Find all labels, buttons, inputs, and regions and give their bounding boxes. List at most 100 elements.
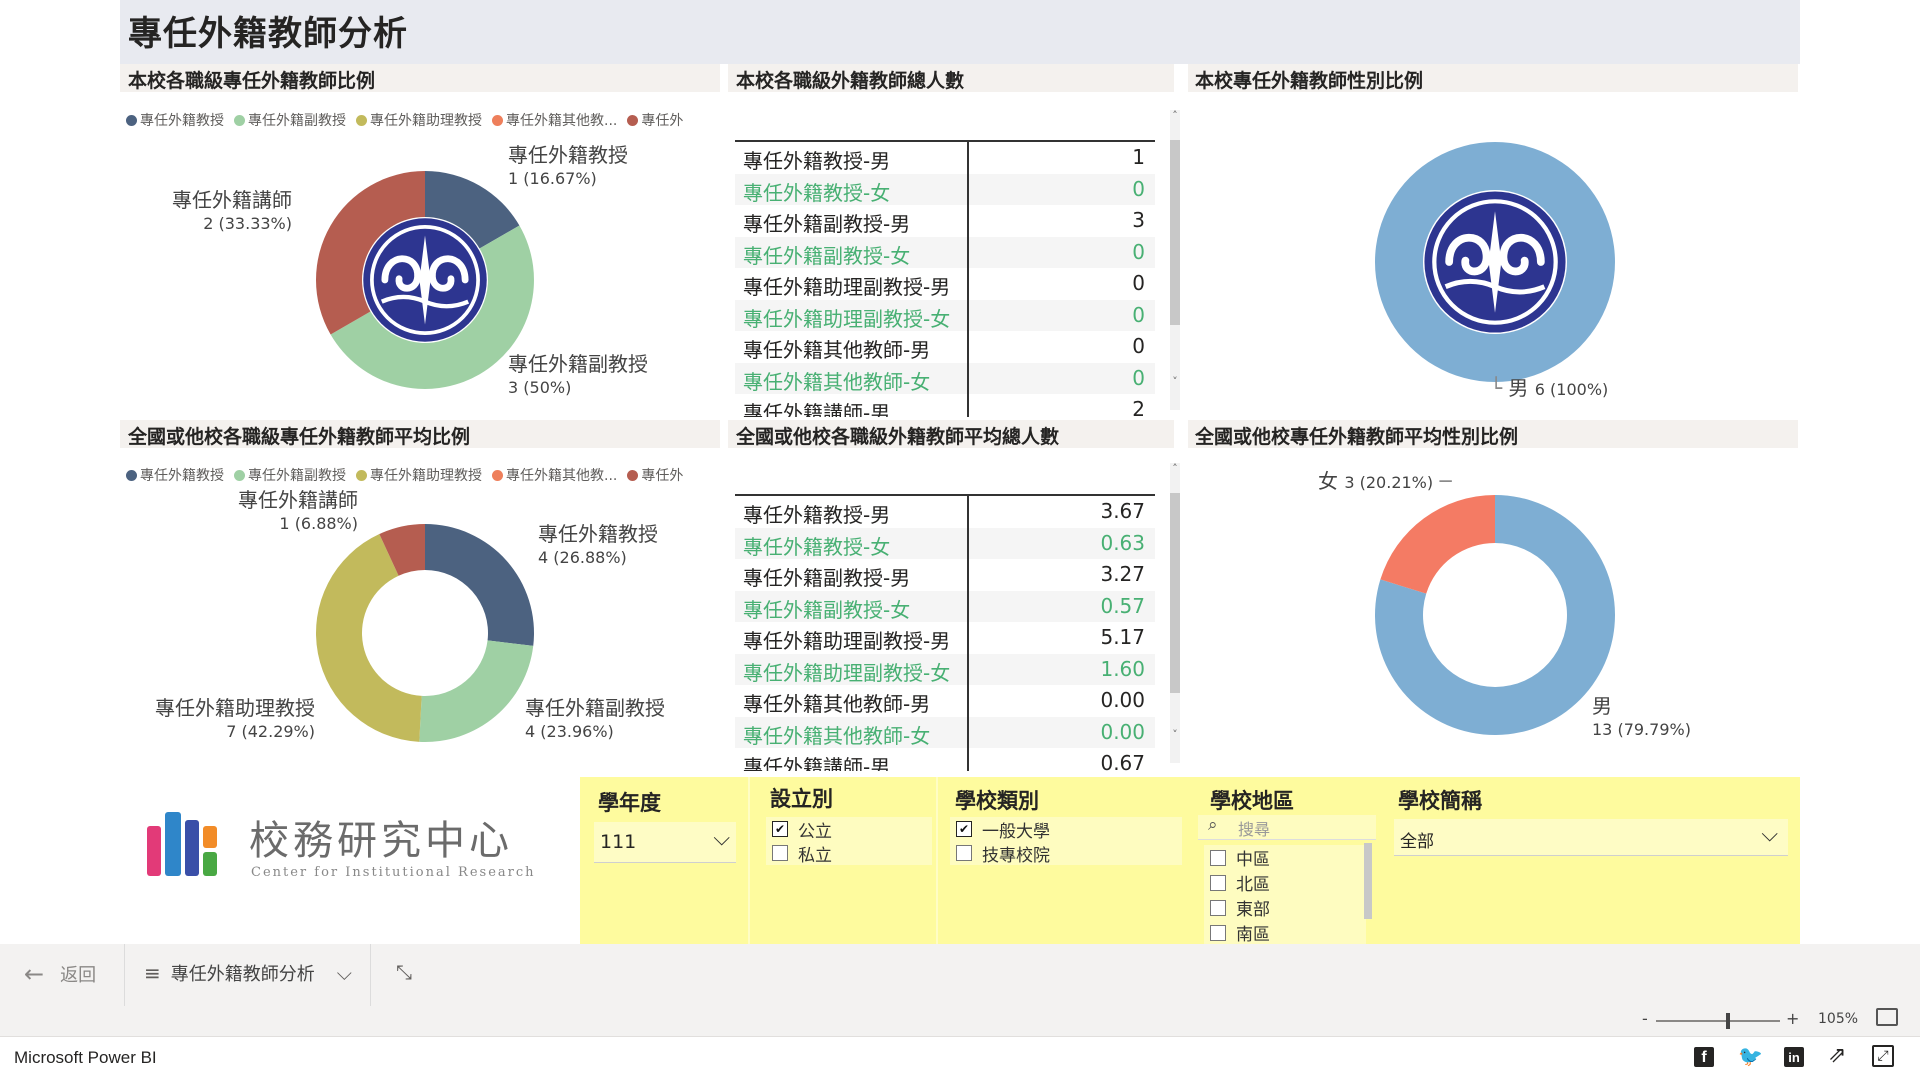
legend-dot-2 (356, 114, 367, 126)
legend-item[interactable]: 專任外籍其他教... (492, 110, 617, 130)
establishment-option-public[interactable]: ✔ 公立 (766, 817, 932, 842)
national-counts-title: 全國或他校各職級外籍教師平均總人數 (736, 426, 1060, 448)
national-counts-scrollbar[interactable]: ˄ ˅ (1170, 463, 1180, 763)
table-row[interactable]: 專任外籍教授-女 0 (735, 173, 1155, 205)
school-ratio-title-bar: 本校各職級專任外籍教師比例 (120, 64, 720, 92)
scroll-down-icon[interactable]: ˅ (1170, 729, 1180, 741)
school-type-option-tech[interactable]: 技專校院 (950, 841, 1182, 866)
linkedin-icon[interactable]: in (1784, 1047, 1804, 1067)
national-ratio-legend[interactable]: 專任外籍教授 專任外籍副教授 專任外籍助理教授 專任外籍其他教... 專任外 (126, 465, 726, 485)
school-type-option-university[interactable]: ✔ 一般大學 (950, 817, 1182, 842)
checkbox[interactable] (1210, 924, 1226, 941)
scroll-up-icon[interactable]: ˄ (1170, 463, 1180, 475)
establishment-option-private[interactable]: 私立 (766, 841, 932, 866)
national-ratio-donut[interactable] (300, 508, 550, 758)
checkbox[interactable] (1210, 899, 1226, 916)
scroll-thumb[interactable] (1170, 493, 1180, 693)
region-option[interactable]: 中區 (1204, 845, 1366, 870)
school-ratio-legend[interactable]: 專任外籍教授 專任外籍副教授 專任外籍助理教授 專任外籍其他教... 專任外 (126, 110, 726, 130)
scroll-thumb[interactable] (1170, 140, 1180, 325)
school-emblem-icon (1424, 191, 1566, 333)
checkbox-checked[interactable]: ✔ (772, 821, 788, 837)
row-value: 0.00 (1100, 719, 1145, 744)
table-row[interactable]: 專任外籍助理副教授-男 5.17 (735, 622, 1155, 653)
table-row[interactable]: 專任外籍副教授-男 3 (735, 205, 1155, 236)
region-search[interactable]: ⌕ 搜尋 (1198, 815, 1376, 840)
year-dropdown[interactable]: 111 ⌵ (594, 822, 736, 863)
table-row[interactable]: 專任外籍講師-男 0.67 (735, 748, 1155, 771)
table-row[interactable]: 專任外籍講師-男 2 (735, 394, 1155, 417)
page-selector[interactable]: ≡ 專任外籍教師分析 ⌵ (144, 960, 352, 986)
scroll-up-icon[interactable]: ˄ (1170, 110, 1180, 122)
legend-item[interactable]: 專任外 (627, 465, 683, 485)
region-option[interactable]: 南區 (1204, 920, 1366, 944)
donut-slice[interactable] (1380, 495, 1495, 594)
school-counts-table[interactable]: 專任外籍教授-男 1 專任外籍教授-女 0 專任外籍副教授-男 3 專任外籍副教授-女 0 專任… (735, 140, 1155, 417)
table-row[interactable]: 專任外籍其他教師-女 0 (735, 362, 1155, 394)
checkbox[interactable] (772, 845, 788, 861)
search-icon: ⌕ (1208, 815, 1218, 835)
back-button[interactable]: ← 返回 (24, 960, 96, 988)
table-row[interactable]: 專任外籍教授-男 3.67 (735, 496, 1155, 527)
legend-label: 專任外籍副教授 (248, 113, 346, 129)
school-name-dropdown[interactable]: 全部 ⌵ (1394, 819, 1788, 856)
slice-label-value: 1 (16.67%) (508, 169, 597, 188)
zoom-out-button[interactable]: - (1642, 1009, 1648, 1028)
fit-to-page-icon[interactable] (1876, 1008, 1898, 1026)
row-name: 專任外籍教授-男 (743, 503, 891, 527)
legend-item[interactable]: 專任外籍教授 (126, 465, 224, 485)
table-row[interactable]: 專任外籍其他教師-女 0.00 (735, 716, 1155, 748)
zoom-slider-track[interactable] (1656, 1013, 1780, 1029)
table-row[interactable]: 專任外籍助理副教授-女 0 (735, 299, 1155, 331)
region-option[interactable]: 北區 (1204, 870, 1366, 895)
row-name: 專任外籍其他教師-女 (743, 369, 931, 394)
table-row[interactable]: 專任外籍其他教師-男 0 (735, 331, 1155, 362)
national-gender-donut[interactable] (1370, 490, 1620, 740)
share-icon[interactable]: ⇗ (1828, 1043, 1846, 1068)
option-label: 北區 (1236, 875, 1270, 895)
table-row[interactable]: 專任外籍教授-女 0.63 (735, 527, 1155, 559)
checkbox-checked[interactable]: ✔ (956, 821, 972, 837)
table-row[interactable]: 專任外籍副教授-女 0.57 (735, 590, 1155, 622)
school-counts-scrollbar[interactable]: ˄ ˅ (1170, 110, 1180, 410)
school-counts-title-bar: 本校各職級外籍教師總人數 (728, 64, 1174, 92)
row-value: 0.00 (1100, 688, 1145, 712)
region-option[interactable]: 東部 (1204, 895, 1366, 920)
expand-icon[interactable]: ⤢ (1872, 1045, 1894, 1067)
legend-item[interactable]: 專任外籍其他教... (492, 465, 617, 485)
slice-label-value: 4 (23.96%) (525, 722, 614, 741)
table-row[interactable]: 專任外籍副教授-男 3.27 (735, 559, 1155, 590)
row-value: 0 (1132, 239, 1145, 264)
facebook-icon[interactable]: f (1694, 1047, 1714, 1067)
legend-item[interactable]: 專任外籍助理教授 (356, 465, 482, 485)
legend-item[interactable]: 專任外籍教授 (126, 110, 224, 130)
zoom-slider-thumb[interactable] (1725, 1013, 1730, 1029)
table-row[interactable]: 專任外籍其他教師-男 0.00 (735, 685, 1155, 716)
slicer-divider (936, 777, 938, 944)
legend-label: 專任外籍其他教... (506, 468, 618, 484)
collapse-icon[interactable]: ⤡ (396, 960, 412, 984)
option-label: 中區 (1236, 850, 1270, 870)
legend-item[interactable]: 專任外籍副教授 (234, 110, 346, 130)
donut-slice[interactable] (425, 524, 534, 646)
column-divider (967, 142, 969, 417)
checkbox[interactable] (1210, 874, 1226, 891)
donut-slice[interactable] (419, 640, 534, 742)
legend-item[interactable]: 專任外籍助理教授 (356, 110, 482, 130)
checkbox[interactable] (956, 845, 972, 861)
table-row[interactable]: 專任外籍助理副教授-女 1.60 (735, 653, 1155, 685)
legend-item[interactable]: 專任外 (627, 110, 683, 130)
table-row[interactable]: 專任外籍教授-男 1 (735, 142, 1155, 173)
scroll-down-icon[interactable]: ˅ (1170, 376, 1180, 388)
school-gender-donut[interactable] (1370, 137, 1620, 387)
school-type-options: ✔ 一般大學 技專校院 (950, 817, 1182, 866)
legend-item[interactable]: 專任外籍副教授 (234, 465, 346, 485)
table-row[interactable]: 專任外籍副教授-女 0 (735, 236, 1155, 268)
national-counts-table[interactable]: 專任外籍教授-男 3.67 專任外籍教授-女 0.63 專任外籍副教授-男 3.27 專任外… (735, 494, 1155, 771)
zoom-in-button[interactable]: + (1786, 1009, 1799, 1028)
table-row[interactable]: 專任外籍助理副教授-男 0 (735, 268, 1155, 299)
twitter-icon[interactable]: 🐦 (1738, 1044, 1763, 1068)
checkbox[interactable] (1210, 849, 1226, 866)
region-scroll-thumb[interactable] (1364, 843, 1372, 919)
slicer-divider (748, 777, 750, 944)
